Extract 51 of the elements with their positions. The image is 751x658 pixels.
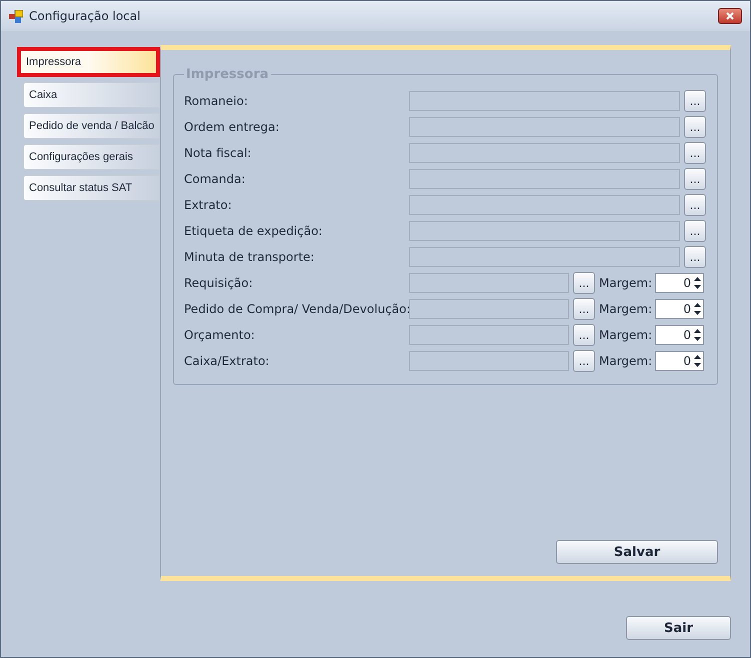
browse-button[interactable]: ... [684, 220, 706, 242]
close-icon[interactable] [718, 8, 742, 24]
tab[interactable]: Pedido de venda / Balcão [23, 113, 160, 139]
margin-spinner[interactable]: 0 [655, 273, 704, 293]
browse-button[interactable]: ... [573, 272, 595, 294]
field-label: Etiqueta de expedição: [184, 224, 324, 238]
tab[interactable]: Impressora [17, 47, 160, 77]
tab[interactable]: Consultar status SAT [23, 175, 160, 201]
margin-label: Margem: [599, 276, 654, 290]
path-field[interactable] [409, 247, 680, 267]
path-field[interactable] [409, 351, 569, 371]
path-field[interactable] [409, 325, 569, 345]
app-icon [9, 10, 23, 22]
path-field[interactable] [409, 273, 569, 293]
margin-label: Margem: [599, 354, 654, 368]
path-field[interactable] [409, 195, 680, 215]
path-field[interactable] [409, 91, 680, 111]
window-title: Configuração local [29, 9, 142, 23]
field-label: Pedido de Compra/ Venda/Devolução: [184, 302, 409, 316]
margin-spinner[interactable]: 0 [655, 351, 704, 371]
browse-button[interactable]: ... [684, 168, 706, 190]
browse-button[interactable]: ... [573, 350, 595, 372]
browse-button[interactable]: ... [684, 194, 706, 216]
path-field[interactable] [409, 169, 680, 189]
path-field[interactable] [409, 117, 680, 137]
browse-button[interactable]: ... [573, 324, 595, 346]
browse-button[interactable]: ... [684, 116, 706, 138]
field-label: Romaneio: [184, 94, 249, 108]
path-field[interactable] [409, 143, 680, 163]
margin-spinner[interactable]: 0 [655, 299, 704, 319]
browse-button[interactable]: ... [684, 246, 706, 268]
save-button[interactable]: Salvar [556, 540, 718, 564]
field-label: Nota fiscal: [184, 146, 252, 160]
tab[interactable]: Configurações gerais [23, 144, 160, 170]
margin-label: Margem: [599, 328, 654, 342]
field-label: Extrato: [184, 198, 233, 212]
margin-spinner[interactable]: 0 [655, 325, 704, 345]
tab[interactable]: Caixa [23, 82, 160, 108]
field-label: Orçamento: [184, 328, 256, 342]
field-label: Caixa/Extrato: [184, 354, 270, 368]
field-label: Requisição: [184, 276, 254, 290]
field-label: Ordem entrega: [184, 120, 280, 134]
path-field[interactable] [409, 299, 569, 319]
browse-button[interactable]: ... [684, 142, 706, 164]
field-label: Comanda: [184, 172, 246, 186]
browse-button[interactable]: ... [573, 298, 595, 320]
margin-label: Margem: [599, 302, 654, 316]
field-label: Minuta de transporte: [184, 250, 316, 264]
exit-button[interactable]: Sair [626, 616, 731, 640]
browse-button[interactable]: ... [684, 90, 706, 112]
path-field[interactable] [409, 221, 680, 241]
